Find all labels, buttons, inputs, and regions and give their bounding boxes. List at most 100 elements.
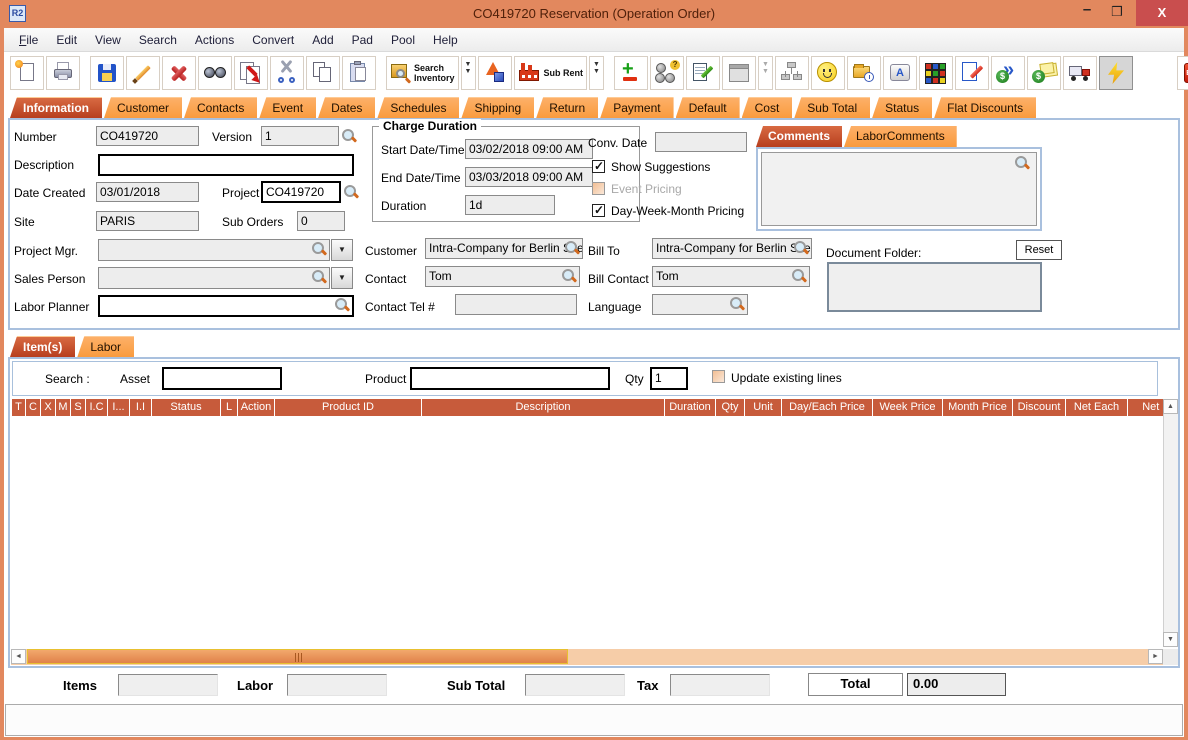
scroll-right-icon[interactable]: ►: [1148, 649, 1163, 664]
tab-return[interactable]: Return: [536, 97, 599, 118]
reset-button[interactable]: Reset: [1016, 240, 1062, 260]
grid-column-duration[interactable]: Duration: [665, 399, 715, 416]
language-field[interactable]: [652, 294, 748, 315]
tab-sub-total[interactable]: Sub Total: [794, 97, 871, 118]
labor-planner-field[interactable]: [98, 295, 354, 317]
scroll-down-icon[interactable]: ▼: [1163, 632, 1178, 647]
tab-contacts[interactable]: Contacts: [184, 97, 258, 118]
folder-history-button[interactable]: [847, 56, 882, 90]
shipping-truck-button[interactable]: [1063, 56, 1098, 90]
grid-column-s[interactable]: S: [71, 399, 85, 416]
bill-to-field[interactable]: Intra-Company for Berlin Site: [652, 238, 812, 259]
tab-schedules[interactable]: Schedules: [377, 97, 460, 118]
notes-button[interactable]: [686, 56, 721, 90]
comments-lookup-icon[interactable]: [1015, 156, 1030, 171]
grid-column-ic[interactable]: I.C: [86, 399, 107, 416]
project-mgr-dropdown[interactable]: ▼: [331, 239, 353, 261]
grid-column-unit[interactable]: Unit: [745, 399, 781, 416]
contact-field[interactable]: Tom: [425, 266, 580, 287]
menu-convert[interactable]: Convert: [243, 29, 303, 51]
menu-pad[interactable]: Pad: [343, 29, 382, 51]
menu-pool[interactable]: Pool: [382, 29, 424, 51]
grid-column-t[interactable]: T: [12, 399, 25, 416]
edit-button[interactable]: [126, 56, 160, 90]
grid-column-discount[interactable]: Discount: [1013, 399, 1065, 416]
shortcut-keys-button[interactable]: A: [883, 56, 918, 90]
exit-button[interactable]: EXIT: [1177, 56, 1188, 90]
grid-column-qty[interactable]: Qty: [716, 399, 744, 416]
tab-customer[interactable]: Customer: [104, 97, 183, 118]
project-field[interactable]: CO419720: [261, 181, 341, 203]
sales-person-field[interactable]: [98, 267, 330, 289]
grid-column-description[interactable]: Description: [422, 399, 664, 416]
delete-button[interactable]: [162, 56, 196, 90]
sub-rent-dropdown[interactable]: [589, 56, 605, 90]
project-lookup-icon[interactable]: [344, 185, 359, 200]
bill-to-lookup-icon[interactable]: [794, 241, 809, 256]
dwm-pricing-checkbox[interactable]: [592, 203, 605, 217]
menu-search[interactable]: Search: [130, 29, 186, 51]
scroll-left-icon[interactable]: ◄: [11, 649, 26, 664]
show-suggestions-checkbox[interactable]: [592, 159, 605, 173]
grid-column-ii[interactable]: I.I: [130, 399, 151, 416]
new-order-button[interactable]: [10, 56, 44, 90]
tab-payment[interactable]: Payment: [600, 97, 674, 118]
maximize-button[interactable]: ❒: [1102, 0, 1132, 26]
grid-column-action[interactable]: Action: [238, 399, 274, 416]
grid-column-week-price[interactable]: Week Price: [873, 399, 942, 416]
close-button[interactable]: X: [1136, 0, 1188, 26]
grid-column-month-price[interactable]: Month Price: [943, 399, 1012, 416]
tab-flat-discounts[interactable]: Flat Discounts: [934, 97, 1037, 118]
grid-column-status[interactable]: Status: [152, 399, 220, 416]
print-button[interactable]: [46, 56, 80, 90]
edit-document-button[interactable]: [955, 56, 990, 90]
transfer-button[interactable]: [234, 56, 268, 90]
tab-shipping[interactable]: Shipping: [461, 97, 535, 118]
inventory-blocks-button[interactable]: [919, 56, 954, 90]
menu-add[interactable]: Add: [303, 29, 342, 51]
version-lookup-icon[interactable]: [342, 129, 357, 144]
tab-items[interactable]: Item(s): [10, 336, 76, 357]
grid-horizontal-scrollbar[interactable]: ◄ ►: [11, 649, 1163, 665]
currency-transfer-button[interactable]: » $: [991, 56, 1026, 90]
save-button[interactable]: [90, 56, 124, 90]
search-inventory-dropdown[interactable]: [460, 56, 476, 90]
update-existing-checkbox[interactable]: [712, 370, 725, 383]
grid-column-x[interactable]: X: [41, 399, 55, 416]
find-button[interactable]: [198, 56, 232, 90]
contact-lookup-icon[interactable]: [562, 269, 577, 284]
description-field[interactable]: [98, 154, 354, 176]
grid-column-c[interactable]: C: [26, 399, 40, 416]
tab-labor[interactable]: Labor: [77, 336, 135, 357]
shapes-button[interactable]: [477, 56, 512, 90]
menu-file[interactable]: File: [10, 29, 47, 51]
tab-cost[interactable]: Cost: [741, 97, 793, 118]
qty-input[interactable]: 1: [650, 367, 688, 390]
bill-contact-field[interactable]: Tom: [652, 266, 810, 287]
menu-edit[interactable]: Edit: [47, 29, 86, 51]
tab-event[interactable]: Event: [259, 97, 317, 118]
search-inventory-button[interactable]: Search Inventory: [386, 56, 459, 90]
asset-input[interactable]: [162, 367, 282, 390]
group-query-button[interactable]: ?: [650, 56, 685, 90]
tab-information[interactable]: Information: [10, 97, 102, 118]
sales-person-lookup-icon[interactable]: [312, 270, 327, 285]
grid-column-net-each[interactable]: Net Each: [1066, 399, 1127, 416]
tab-comments[interactable]: Comments: [756, 126, 843, 147]
scroll-up-icon[interactable]: ▲: [1163, 399, 1178, 414]
grid-column-net-disc[interactable]: Net Disc: [1128, 399, 1163, 416]
grid-column-il[interactable]: I...: [108, 399, 129, 416]
tab-dates[interactable]: Dates: [318, 97, 376, 118]
grid-column-product-id[interactable]: Product ID: [275, 399, 421, 416]
language-lookup-icon[interactable]: [730, 297, 745, 312]
comments-textarea[interactable]: [761, 152, 1037, 226]
sub-rent-button[interactable]: Sub Rent: [513, 56, 588, 90]
grid-vertical-scrollbar[interactable]: ▲ ▼: [1163, 399, 1178, 647]
bill-contact-lookup-icon[interactable]: [792, 269, 807, 284]
menu-actions[interactable]: Actions: [186, 29, 243, 51]
contact-tel-field[interactable]: [455, 294, 577, 315]
cut-button[interactable]: [270, 56, 304, 90]
minimize-button[interactable]: –: [1072, 0, 1102, 26]
paste-button[interactable]: [342, 56, 376, 90]
grid-column-l[interactable]: L: [221, 399, 237, 416]
